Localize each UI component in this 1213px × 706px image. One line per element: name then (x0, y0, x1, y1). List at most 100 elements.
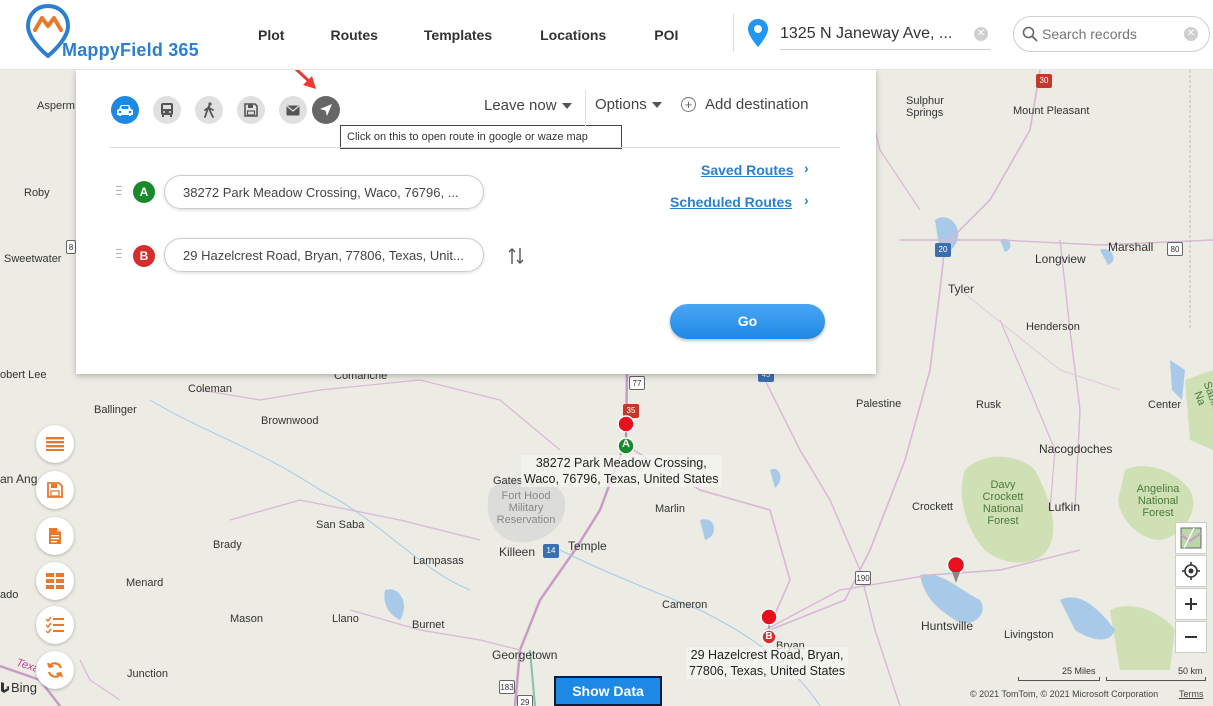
origin-marker: A (133, 181, 155, 203)
grid-icon (46, 573, 64, 589)
transit-mode-button[interactable] (153, 96, 181, 124)
envelope-icon (286, 105, 300, 115)
open-external-map-button[interactable] (312, 96, 340, 124)
place-label: Sweetwater (4, 253, 62, 265)
place-label: Killeen (499, 545, 536, 559)
nav-locations[interactable]: Locations (540, 27, 606, 43)
terms-link[interactable]: Terms (1179, 689, 1204, 699)
place-label: Livingston (1004, 629, 1054, 641)
scheduled-routes-link[interactable]: Scheduled Routes (670, 194, 792, 210)
current-location-field[interactable]: 1325 N Janeway Ave, ... ✕ (780, 18, 990, 50)
bing-text: Bing (11, 680, 38, 695)
place-label: Gates (493, 475, 523, 487)
add-destination-label: Add destination (705, 96, 809, 113)
zoom-in-button[interactable] (1175, 588, 1207, 620)
save-button[interactable] (36, 471, 74, 509)
map-layer-icon (1180, 527, 1202, 549)
pin-a-label: 38272 Park Meadow Crossing, Waco, 76796,… (521, 455, 722, 487)
pin-b-label: 29 Hazelcrest Road, Bryan, 77806, Texas,… (686, 647, 849, 679)
zoom-out-button[interactable] (1175, 621, 1207, 653)
place-label: Marlin (655, 503, 685, 515)
place-label: an Ang (0, 472, 38, 486)
drag-handle-icon[interactable]: – – – (116, 245, 122, 263)
nav-routes[interactable]: Routes (330, 27, 377, 43)
highway-shield: 29 (517, 695, 533, 706)
minus-icon (1185, 636, 1197, 638)
forest-label: Angelina National Forest (1136, 483, 1180, 519)
map-style-button[interactable] (1175, 522, 1207, 554)
origin-input[interactable]: 38272 Park Meadow Crossing, Waco, 76796,… (164, 175, 484, 209)
drag-handle-icon[interactable]: – – – (116, 182, 122, 200)
destination-address: 29 Hazelcrest Road, Bryan, 77806, Texas,… (183, 247, 464, 263)
pin-a-label-line: Waco, 76796, Texas, United States (524, 472, 719, 486)
options-label: Options (595, 96, 647, 113)
clear-search-icon[interactable]: ✕ (1184, 27, 1198, 41)
place-label: Junction (127, 668, 168, 680)
place-label: Tyler (948, 282, 975, 296)
current-location-value: 1325 N Janeway Ave, ... (780, 24, 953, 42)
place-label: Asperm (37, 100, 75, 112)
map-copyright: © 2021 TomTom, © 2021 Microsoft Corporat… (970, 689, 1159, 699)
highway-shield: 190 (855, 571, 871, 585)
place-label: Brownwood (261, 415, 319, 427)
search-records-box[interactable]: ✕ (1013, 16, 1210, 52)
chevron-right-icon: › (804, 192, 809, 208)
place-label: Brady (213, 539, 242, 551)
checklist-button[interactable] (36, 606, 74, 644)
pin-huntsville-icon[interactable] (945, 555, 967, 585)
place-label: San Saba (316, 519, 365, 531)
options-divider (585, 90, 586, 130)
place-label: Longview (1035, 252, 1086, 266)
route-panel: Click on this to open route in google or… (76, 54, 876, 374)
list-menu-button[interactable] (36, 425, 74, 463)
plus-icon (1185, 598, 1197, 610)
nav-poi[interactable]: POI (654, 27, 678, 43)
place-label: Roby (24, 187, 50, 199)
swap-arrows-icon[interactable] (508, 247, 524, 265)
place-label: Center (1148, 399, 1182, 411)
go-button[interactable]: Go (670, 304, 825, 339)
crosshair-icon (1182, 562, 1200, 580)
forest-label: Davy Crockett National Forest (982, 479, 1024, 527)
locate-me-button[interactable] (1175, 555, 1207, 587)
nav-templates[interactable]: Templates (424, 27, 492, 43)
grid-view-button[interactable] (36, 562, 74, 600)
place-label: Georgetown (492, 648, 558, 662)
top-bar: MappyField 365 Plot Routes Templates Loc… (0, 0, 1213, 70)
place-label: obert Lee (0, 369, 47, 381)
origin-address: 38272 Park Meadow Crossing, Waco, 76796,… (183, 184, 459, 200)
refresh-icon (47, 662, 63, 678)
plus-circle-icon: + (681, 97, 696, 112)
place-label: Menard (126, 577, 164, 589)
scale-bar-km (1106, 677, 1206, 681)
refresh-button[interactable] (36, 651, 74, 689)
pin-b-letter: B (765, 631, 773, 642)
place-label: Palestine (856, 398, 902, 410)
walk-mode-button[interactable] (195, 96, 223, 124)
scale-bar-miles (1018, 677, 1100, 681)
options-dropdown[interactable]: Options (595, 96, 662, 113)
saved-routes-link[interactable]: Saved Routes (701, 162, 794, 178)
leave-now-dropdown[interactable]: Leave now (484, 97, 572, 114)
app-logo[interactable]: MappyField 365 (26, 4, 216, 64)
drive-mode-button[interactable] (111, 96, 139, 124)
pin-a-label-line: 38272 Park Meadow Crossing, (535, 456, 707, 470)
destination-marker: B (133, 245, 155, 267)
place-label: Sulphur Springs (906, 95, 944, 119)
highway-shield: 20 (935, 243, 951, 257)
document-button[interactable] (36, 517, 74, 555)
save-route-button[interactable] (237, 96, 265, 124)
document-icon (49, 528, 61, 544)
show-data-button[interactable]: Show Data (554, 676, 662, 706)
search-input[interactable] (1042, 26, 1182, 42)
add-destination-button[interactable]: + Add destination (681, 96, 808, 113)
email-route-button[interactable] (279, 96, 307, 124)
car-icon (117, 105, 133, 116)
place-label: Temple (568, 539, 607, 553)
logo-text: MappyField 365 (62, 40, 199, 60)
chevron-down-icon (561, 102, 572, 109)
clear-location-icon[interactable]: ✕ (974, 26, 988, 41)
destination-input[interactable]: 29 Hazelcrest Road, Bryan, 77806, Texas,… (164, 238, 484, 272)
place-label: ado (0, 589, 19, 601)
nav-plot[interactable]: Plot (258, 27, 284, 43)
